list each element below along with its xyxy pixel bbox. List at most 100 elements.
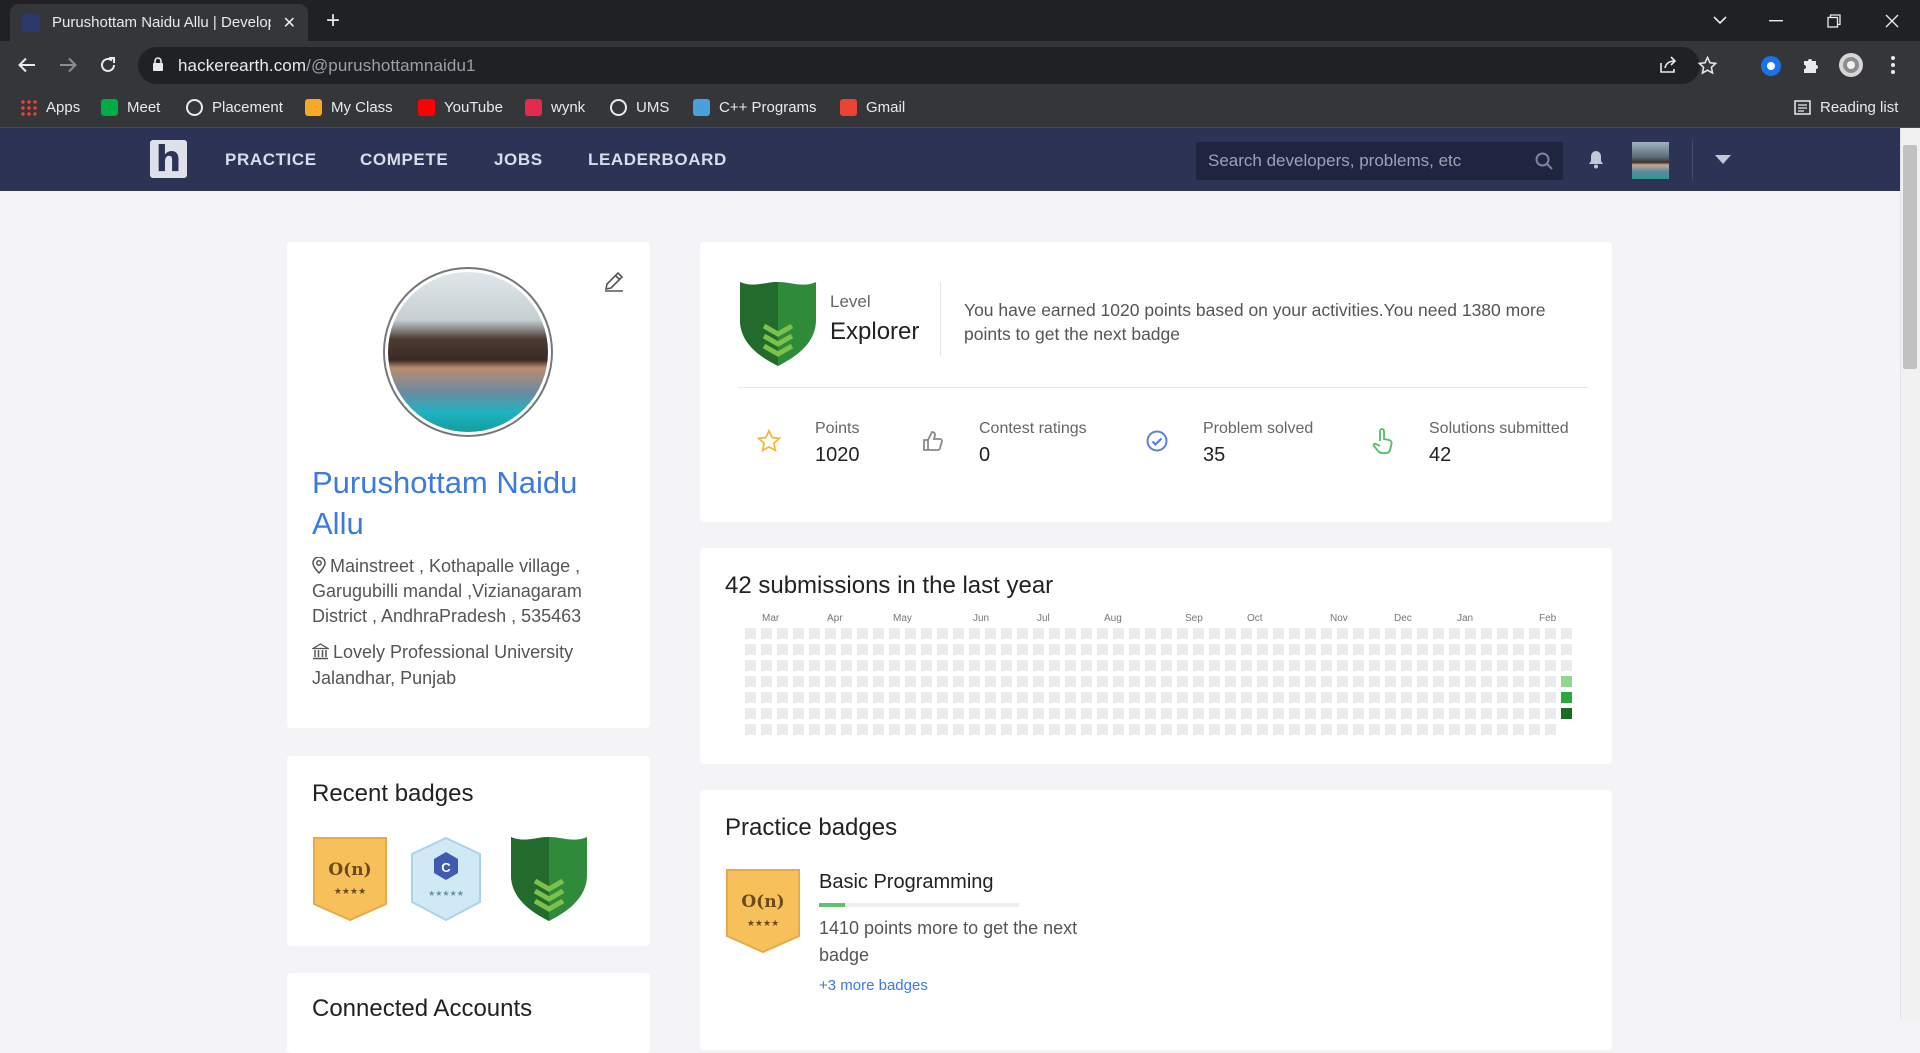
- heatmap-cell[interactable]: [937, 660, 948, 671]
- heatmap-cell[interactable]: [1273, 644, 1284, 655]
- heatmap-cell[interactable]: [1561, 708, 1572, 719]
- heatmap-cell[interactable]: [1049, 708, 1060, 719]
- heatmap-cell[interactable]: [1193, 644, 1204, 655]
- heatmap-cell[interactable]: [1465, 708, 1476, 719]
- heatmap-cell[interactable]: [1385, 724, 1396, 735]
- heatmap-cell[interactable]: [1017, 676, 1028, 687]
- heatmap-cell[interactable]: [857, 676, 868, 687]
- heatmap-cell[interactable]: [1209, 660, 1220, 671]
- heatmap-cell[interactable]: [1097, 628, 1108, 639]
- heatmap-cell[interactable]: [1017, 724, 1028, 735]
- bookmark-star-icon[interactable]: [1698, 56, 1717, 75]
- heatmap-cell[interactable]: [1097, 644, 1108, 655]
- heatmap-cell[interactable]: [1289, 676, 1300, 687]
- heatmap-cell[interactable]: [1289, 692, 1300, 703]
- heatmap-cell[interactable]: [1497, 628, 1508, 639]
- nav-compete[interactable]: COMPETE: [360, 150, 448, 170]
- bookmark-youtube[interactable]: YouTube: [418, 99, 503, 116]
- heatmap-cell[interactable]: [985, 676, 996, 687]
- reading-list-button[interactable]: Reading list: [1794, 99, 1898, 116]
- heatmap-cell[interactable]: [1401, 628, 1412, 639]
- heatmap-cell[interactable]: [1161, 724, 1172, 735]
- scrollbar-thumb[interactable]: [1903, 145, 1917, 369]
- heatmap-cell[interactable]: [1273, 692, 1284, 703]
- heatmap-cell[interactable]: [1049, 628, 1060, 639]
- explorer-shield-icon[interactable]: [509, 835, 589, 923]
- heatmap-cell[interactable]: [1065, 724, 1076, 735]
- heatmap-cell[interactable]: [1353, 676, 1364, 687]
- heatmap-cell[interactable]: [1369, 724, 1380, 735]
- heatmap-cell[interactable]: [1305, 660, 1316, 671]
- heatmap-cell[interactable]: [1353, 644, 1364, 655]
- heatmap-cell[interactable]: [745, 644, 756, 655]
- heatmap-cell[interactable]: [937, 708, 948, 719]
- heatmap-cell[interactable]: [1545, 708, 1556, 719]
- heatmap-cell[interactable]: [1225, 644, 1236, 655]
- heatmap-cell[interactable]: [1177, 644, 1188, 655]
- bookmark-apps[interactable]: Apps: [20, 99, 80, 116]
- heatmap-cell[interactable]: [1497, 692, 1508, 703]
- heatmap-cell[interactable]: [1529, 628, 1540, 639]
- heatmap-cell[interactable]: [1097, 724, 1108, 735]
- bookmark-c-programs[interactable]: C++ Programs: [693, 99, 817, 116]
- heatmap-cell[interactable]: [1113, 660, 1124, 671]
- heatmap-cell[interactable]: [1513, 692, 1524, 703]
- big-o-badge-icon[interactable]: O(n) ★★★★: [725, 868, 801, 954]
- bookmark-gmail[interactable]: Gmail: [840, 99, 905, 116]
- heatmap-cell[interactable]: [793, 692, 804, 703]
- heatmap-cell[interactable]: [1241, 660, 1252, 671]
- heatmap-cell[interactable]: [841, 692, 852, 703]
- heatmap-cell[interactable]: [1513, 644, 1524, 655]
- heatmap-cell[interactable]: [1289, 628, 1300, 639]
- heatmap-cell[interactable]: [1433, 628, 1444, 639]
- heatmap-cell[interactable]: [745, 628, 756, 639]
- heatmap-cell[interactable]: [953, 692, 964, 703]
- heatmap-cell[interactable]: [1145, 676, 1156, 687]
- back-arrow-icon[interactable]: [14, 52, 40, 78]
- heatmap-cell[interactable]: [1161, 676, 1172, 687]
- heatmap-cell[interactable]: [1081, 676, 1092, 687]
- heatmap-cell[interactable]: [1225, 628, 1236, 639]
- heatmap-cell[interactable]: [1289, 644, 1300, 655]
- heatmap-cell[interactable]: [1065, 628, 1076, 639]
- heatmap-cell[interactable]: [1417, 676, 1428, 687]
- heatmap-cell[interactable]: [841, 628, 852, 639]
- heatmap-cell[interactable]: [1193, 628, 1204, 639]
- heatmap-cell[interactable]: [937, 724, 948, 735]
- heatmap-cell[interactable]: [793, 628, 804, 639]
- heatmap-cell[interactable]: [1321, 628, 1332, 639]
- heatmap-cell[interactable]: [1065, 692, 1076, 703]
- heatmap-cell[interactable]: [1561, 692, 1572, 703]
- heatmap-cell[interactable]: [1529, 676, 1540, 687]
- heatmap-cell[interactable]: [1225, 676, 1236, 687]
- heatmap-cell[interactable]: [1097, 708, 1108, 719]
- heatmap-cell[interactable]: [1305, 676, 1316, 687]
- heatmap-cell[interactable]: [1433, 660, 1444, 671]
- heatmap-cell[interactable]: [1401, 644, 1412, 655]
- heatmap-cell[interactable]: [1049, 724, 1060, 735]
- heatmap-cell[interactable]: [1017, 708, 1028, 719]
- heatmap-cell[interactable]: [1321, 708, 1332, 719]
- new-tab-button[interactable]: +: [326, 7, 340, 35]
- heatmap-cell[interactable]: [873, 676, 884, 687]
- heatmap-cell[interactable]: [1545, 660, 1556, 671]
- heatmap-cell[interactable]: [1561, 628, 1572, 639]
- heatmap-cell[interactable]: [1401, 676, 1412, 687]
- heatmap-cell[interactable]: [1497, 708, 1508, 719]
- heatmap-cell[interactable]: [1417, 692, 1428, 703]
- big-o-badge-icon[interactable]: O(n) ★★★★: [312, 836, 388, 922]
- heatmap-cell[interactable]: [1465, 660, 1476, 671]
- heatmap-cell[interactable]: [1305, 692, 1316, 703]
- heatmap-cell[interactable]: [1129, 644, 1140, 655]
- heatmap-cell[interactable]: [921, 708, 932, 719]
- heatmap-cell[interactable]: [1321, 660, 1332, 671]
- heatmap-cell[interactable]: [1129, 692, 1140, 703]
- heatmap-cell[interactable]: [1417, 628, 1428, 639]
- heatmap-cell[interactable]: [969, 692, 980, 703]
- heatmap-cell[interactable]: [1417, 660, 1428, 671]
- heatmap-cell[interactable]: [921, 676, 932, 687]
- heatmap-cell[interactable]: [1369, 644, 1380, 655]
- heatmap-cell[interactable]: [1385, 676, 1396, 687]
- heatmap-cell[interactable]: [825, 724, 836, 735]
- heatmap-cell[interactable]: [1001, 724, 1012, 735]
